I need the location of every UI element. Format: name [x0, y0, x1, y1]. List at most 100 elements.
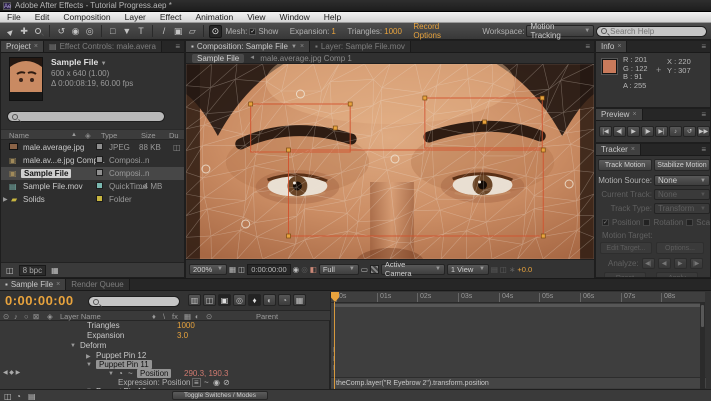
- play-button[interactable]: ▶: [627, 126, 640, 137]
- magnification-dropdown[interactable]: 200%▼: [189, 264, 227, 275]
- table-row[interactable]: male.average.jpg JPEG 88 KB ◫: [1, 141, 184, 154]
- frame-blend-icon[interactable]: ◎: [233, 294, 246, 306]
- eraser-tool-icon[interactable]: ▱: [186, 25, 198, 38]
- work-area-bar[interactable]: [334, 304, 702, 307]
- track-motion-button[interactable]: Track Motion: [598, 159, 652, 171]
- chevron-down-icon[interactable]: ▼: [291, 44, 297, 50]
- menu-effect[interactable]: Effect: [153, 12, 189, 23]
- video-column-icon[interactable]: ⊙: [3, 312, 9, 321]
- safe-guides-icon[interactable]: ▦: [229, 265, 236, 274]
- column-name[interactable]: Name: [9, 131, 29, 140]
- group-row-deform[interactable]: ▼ Deform: [0, 341, 330, 351]
- label-column-icon[interactable]: ◈: [47, 312, 53, 321]
- stopwatch-icon[interactable]: ◔: [118, 369, 123, 378]
- menu-file[interactable]: File: [0, 12, 28, 23]
- table-row[interactable]: ▶ ▰ Solids Folder: [1, 193, 184, 206]
- composition-viewer[interactable]: [186, 64, 594, 259]
- twirl-icon[interactable]: ▶: [3, 196, 8, 203]
- panel-menu-icon[interactable]: ≡: [171, 41, 184, 52]
- menu-edit[interactable]: Edit: [28, 12, 57, 23]
- label-color-chip[interactable]: [96, 182, 103, 189]
- tab-project[interactable]: Project×: [1, 41, 44, 52]
- camera-dropdown[interactable]: Active Camera▼: [381, 264, 445, 275]
- bit-depth-button[interactable]: 8 bpc: [19, 265, 47, 276]
- comp-mini-flowchart-icon[interactable]: ▥: [188, 294, 201, 306]
- twirl-icon[interactable]: ▼: [86, 362, 92, 368]
- menu-window[interactable]: Window: [273, 12, 317, 23]
- brush-tool-icon[interactable]: /: [158, 25, 170, 38]
- fast-previews-icon[interactable]: ◫: [500, 265, 507, 274]
- project-search-field[interactable]: [7, 111, 165, 122]
- first-frame-button[interactable]: |◀: [599, 126, 612, 137]
- position-checkbox[interactable]: ✓: [602, 219, 609, 226]
- menu-animation[interactable]: Animation: [188, 12, 240, 23]
- help-search-input[interactable]: [610, 27, 702, 36]
- expression-text[interactable]: theComp.layer("R Eyebrow 2").transform.p…: [336, 380, 489, 387]
- close-icon[interactable]: ×: [631, 146, 635, 153]
- column-size[interactable]: Size: [141, 131, 156, 140]
- panel-menu-icon[interactable]: ≡: [697, 109, 710, 120]
- zoom-tool-icon[interactable]: [32, 25, 44, 38]
- auto-keyframe-icon[interactable]: ◔: [278, 294, 291, 306]
- label-color-chip[interactable]: [96, 143, 103, 150]
- scale-checkbox[interactable]: [686, 219, 693, 226]
- next-frame-button[interactable]: |▶: [641, 126, 654, 137]
- hand-tool-icon[interactable]: ✚: [18, 25, 30, 38]
- timeline-jump-icon[interactable]: ∗: [509, 265, 515, 274]
- breadcrumb-parent[interactable]: male.average.jpg Comp 1: [260, 54, 352, 63]
- resolution-dropdown[interactable]: Full▼: [319, 264, 359, 275]
- twirl-icon[interactable]: ▶: [86, 353, 91, 360]
- menu-layer[interactable]: Layer: [118, 12, 153, 23]
- rotation-checkbox[interactable]: [643, 219, 650, 226]
- grid-icon[interactable]: ◫: [238, 265, 245, 274]
- create-folder-icon[interactable]: ▦: [51, 266, 59, 275]
- motion-source-dropdown[interactable]: None▼: [654, 175, 710, 186]
- triangles-value[interactable]: 1000: [384, 27, 402, 36]
- timeline-scrollbar[interactable]: [700, 303, 705, 389]
- camera-column-icon[interactable]: ◈: [85, 131, 91, 140]
- expression-language-icon[interactable]: ⊘: [223, 378, 230, 387]
- close-icon[interactable]: ×: [34, 43, 38, 50]
- menu-view[interactable]: View: [240, 12, 272, 23]
- audio-column-icon[interactable]: ♪: [14, 312, 18, 321]
- column-type[interactable]: Type: [101, 131, 117, 140]
- exposure-value[interactable]: +0.0: [517, 265, 532, 274]
- timeline-search-field[interactable]: [88, 296, 180, 307]
- ram-preview-button[interactable]: ▶▶: [697, 126, 710, 137]
- triangles-value[interactable]: 1000: [177, 321, 195, 330]
- help-search-field[interactable]: [596, 26, 707, 37]
- viewer-timecode[interactable]: 0:00:00:00: [247, 264, 290, 275]
- pickwhip-icon[interactable]: ◉: [213, 378, 220, 387]
- close-icon[interactable]: ×: [617, 43, 621, 50]
- tab-preview[interactable]: Preview×: [596, 109, 643, 120]
- expression-graph-icon[interactable]: ~: [204, 378, 209, 387]
- panel-menu-icon[interactable]: ≡: [697, 41, 710, 52]
- sort-arrow-icon[interactable]: ▲: [71, 132, 77, 138]
- playhead-line[interactable]: [334, 302, 335, 389]
- hide-shy-layers-icon[interactable]: ▣: [218, 294, 231, 306]
- panel-menu-icon[interactable]: ≡: [581, 41, 594, 52]
- pixel-aspect-icon[interactable]: ▤: [491, 265, 498, 274]
- panel-menu-icon[interactable]: ≡: [697, 144, 710, 155]
- property-row-triangles[interactable]: Triangles 1000: [0, 321, 330, 331]
- camera-tool-icon[interactable]: ◉: [69, 25, 81, 38]
- shape-tool-icon[interactable]: □: [107, 25, 119, 38]
- column-duration[interactable]: Du: [169, 131, 179, 140]
- view-layout-dropdown[interactable]: 1 View▼: [447, 264, 489, 275]
- menu-help[interactable]: Help: [317, 12, 348, 23]
- footage-name[interactable]: Sample File: [51, 57, 98, 67]
- table-row[interactable]: ▤ Sample File.mov QuickTime ...4 MB: [1, 180, 184, 193]
- menu-composition[interactable]: Composition: [56, 12, 117, 23]
- twirl-icon[interactable]: ▼: [70, 343, 76, 349]
- show-snapshot-icon[interactable]: ◎: [301, 265, 308, 274]
- tab-layer[interactable]: ▪ Layer: Sample File.mov: [310, 41, 411, 52]
- close-icon[interactable]: ×: [632, 111, 636, 118]
- close-icon[interactable]: ×: [56, 281, 60, 288]
- graph-editor-icon[interactable]: ▦: [293, 294, 306, 306]
- expansion-value[interactable]: 1: [331, 27, 335, 36]
- timeline-ruler[interactable]: 0s 01s 02s 03s 04s 05s 06s 07s 08s: [330, 292, 705, 303]
- close-icon[interactable]: ×: [300, 43, 304, 50]
- expression-enable-icon[interactable]: ≡: [192, 378, 201, 387]
- breadcrumb-current[interactable]: Sample File: [192, 54, 244, 63]
- last-frame-button[interactable]: ▶|: [655, 126, 668, 137]
